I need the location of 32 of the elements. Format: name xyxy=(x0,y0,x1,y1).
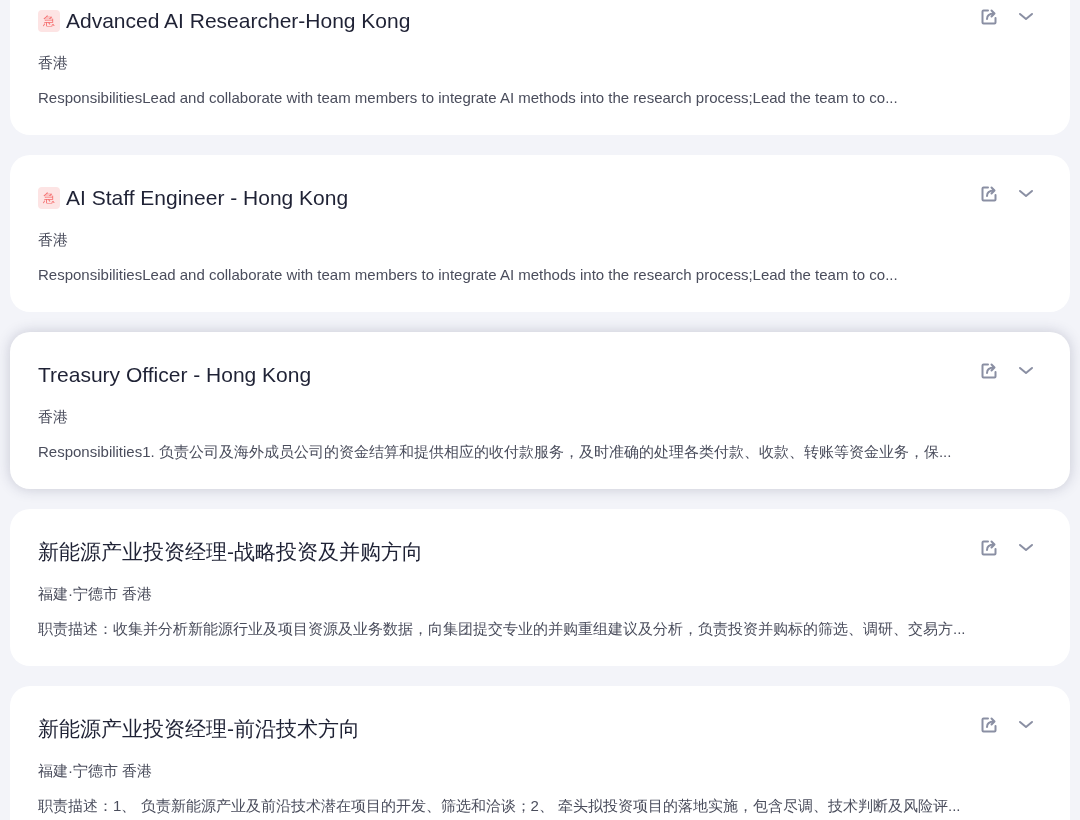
job-location: 福建·宁德市 香港 xyxy=(38,761,154,781)
job-card[interactable]: 新能源产业投资经理-前沿技术方向 福建·宁德市 香港 职责描述：1、 负责新能源产业及前沿技术潜在项目的开发、筛选和洽谈；2、 牵头拟投资项目的落地实施，包含尽调、技术判断及风险评... xyxy=(10,686,1070,820)
job-location: 福建·宁德市 香港 xyxy=(38,584,154,604)
urgent-badge: 急 xyxy=(38,10,60,32)
chevron-down-icon[interactable] xyxy=(1018,189,1034,199)
job-location: 香港 xyxy=(38,407,69,427)
job-description: ResponsibilitiesLead and collaborate with team members to integrate AI methods into the research process;Lead the team to co... xyxy=(38,264,899,285)
job-title[interactable]: AI Staff Engineer - Hong Kong xyxy=(66,182,349,214)
job-description: ResponsibilitiesLead and collaborate with team members to integrate AI methods into the research process;Lead the team to co... xyxy=(38,87,899,108)
job-card[interactable]: Treasury Officer - Hong Kong 香港 Responsibilities1. 负责公司及海外成员公司的资金结算和提供相应的收付款服务，及时准确的处理各类付款、收款、转账等资金业务，保... xyxy=(10,332,1070,489)
job-description: Responsibilities1. 负责公司及海外成员公司的资金结算和提供相应的收付款服务，及时准确的处理各类付款、收款、转账等资金业务，保... xyxy=(38,441,953,462)
job-card[interactable]: 急 AI Staff Engineer - Hong Kong 香港 ResponsibilitiesLead and collaborate with team members to integrate AI methods into the research process;Lead the team to co... xyxy=(10,155,1070,312)
job-description: 职责描述：收集并分析新能源行业及项目资源及业务数据，向集团提交专业的并购重组建议及分析，负责投资并购标的筛选、调研、交易方... xyxy=(38,618,967,639)
chevron-down-icon[interactable] xyxy=(1018,366,1034,376)
job-title[interactable]: Treasury Officer - Hong Kong xyxy=(38,359,312,391)
share-icon[interactable] xyxy=(980,716,998,734)
job-description: 职责描述：1、 负责新能源产业及前沿技术潜在项目的开发、筛选和洽谈；2、 牵头拟投资项目的落地实施，包含尽调、技术判断及风险评... xyxy=(38,795,962,816)
job-location: 香港 xyxy=(38,230,69,250)
job-title[interactable]: 新能源产业投资经理-战略投资及并购方向 xyxy=(38,536,423,568)
job-card[interactable]: 新能源产业投资经理-战略投资及并购方向 福建·宁德市 香港 职责描述：收集并分析新能源行业及项目资源及业务数据，向集团提交专业的并购重组建议及分析，负责投资并购标的筛选、调研、交易方... xyxy=(10,509,1070,666)
job-title[interactable]: Advanced AI Researcher-Hong Kong xyxy=(66,5,411,37)
share-icon[interactable] xyxy=(980,185,998,203)
chevron-down-icon[interactable] xyxy=(1018,720,1034,730)
urgent-badge: 急 xyxy=(38,187,60,209)
share-icon[interactable] xyxy=(980,362,998,380)
job-location: 香港 xyxy=(38,53,69,73)
share-icon[interactable] xyxy=(980,8,998,26)
job-card[interactable]: 急 Advanced AI Researcher-Hong Kong 香港 ResponsibilitiesLead and collaborate with team members to integrate AI methods into the research process;Lead the team to co... xyxy=(10,0,1070,135)
chevron-down-icon[interactable] xyxy=(1018,543,1034,553)
job-title[interactable]: 新能源产业投资经理-前沿技术方向 xyxy=(38,713,360,745)
share-icon[interactable] xyxy=(980,539,998,557)
chevron-down-icon[interactable] xyxy=(1018,12,1034,22)
